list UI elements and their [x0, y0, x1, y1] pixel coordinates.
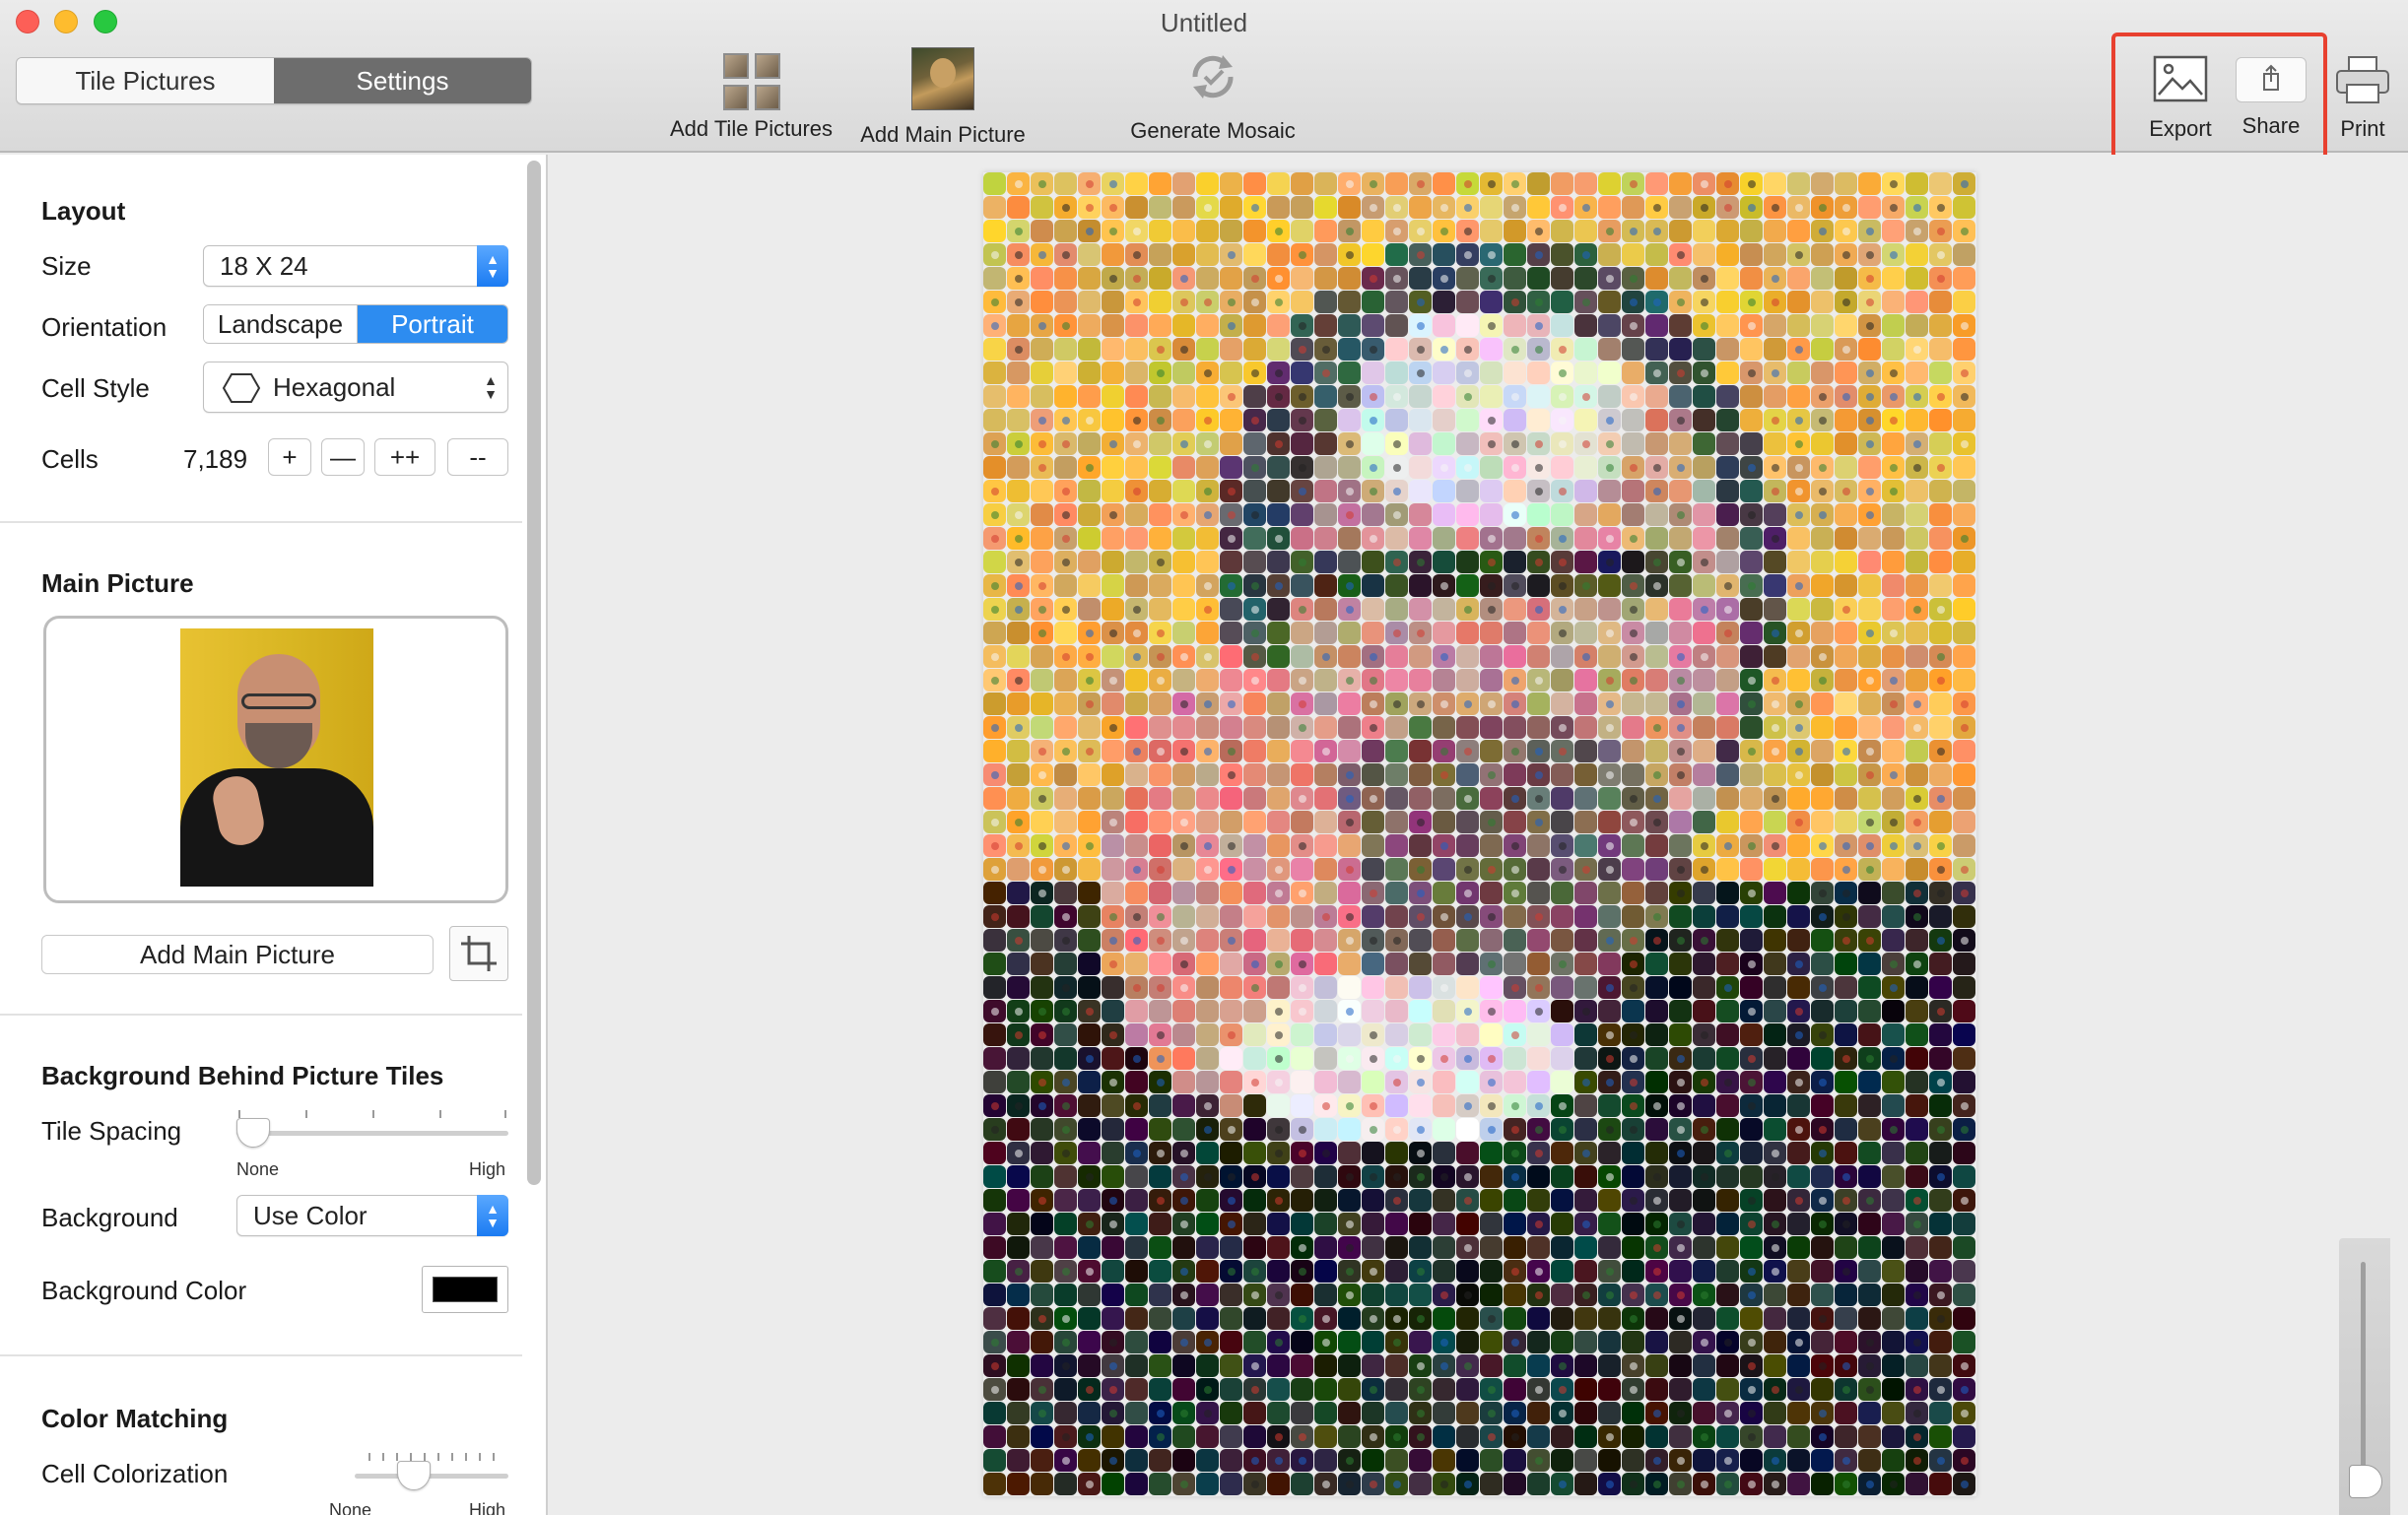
divider	[0, 1354, 522, 1356]
tile-pictures-icon	[722, 53, 780, 110]
tile-spacing-slider[interactable]	[236, 1110, 508, 1150]
color-matching-heading: Color Matching	[41, 1404, 229, 1433]
share-label: Share	[2241, 113, 2301, 138]
export-image-icon	[2153, 55, 2208, 102]
tile-spacing-min-label: None	[236, 1159, 280, 1179]
generate-refresh-icon	[1192, 55, 1234, 99]
size-value: 18 X 24	[220, 250, 308, 281]
orientation-portrait[interactable]: Portrait	[357, 305, 507, 343]
tab-tile-pictures[interactable]: Tile Pictures	[17, 58, 274, 103]
layout-heading: Layout	[41, 196, 126, 226]
divider	[0, 521, 522, 523]
app-window: Untitled Tile Pictures Settings Add Tile…	[0, 0, 2408, 1515]
cells-increase-more-button[interactable]: ++	[374, 438, 435, 476]
cell-colorization-min-label: None	[329, 1500, 372, 1515]
share-button[interactable]: Share	[2229, 47, 2313, 139]
cell-colorization-label: Cell Colorization	[41, 1459, 229, 1488]
mosaic-preview[interactable]	[983, 172, 1976, 1496]
export-button[interactable]: Export	[2136, 47, 2225, 142]
popup-stepper-icon: ▲ ▼	[477, 245, 508, 287]
cell-colorization-max-label: High	[469, 1500, 506, 1515]
add-main-picture-toolbar-button[interactable]: Add Main Picture	[849, 47, 1037, 148]
sidebar-scrollbar-thumb[interactable]	[527, 161, 541, 1185]
zoom-slider-knob[interactable]	[2349, 1465, 2382, 1498]
tab-settings[interactable]: Settings	[274, 58, 531, 103]
main-picture-heading: Main Picture	[41, 568, 194, 598]
add-tile-pictures-button[interactable]: Add Tile Pictures	[660, 47, 842, 142]
view-tabs: Tile Pictures Settings	[16, 57, 532, 104]
main-picture-thumbnail	[180, 628, 373, 887]
add-main-picture-label: Add Main Picture	[860, 122, 1026, 147]
cell-style-popup[interactable]: Hexagonal ▲ ▼	[203, 362, 508, 413]
zoom-slider[interactable]	[2339, 1238, 2390, 1515]
popup-stepper-icon: ▲ ▼	[484, 372, 498, 402]
crop-button[interactable]	[449, 926, 508, 981]
titlebar: Untitled Tile Pictures Settings Add Tile…	[0, 0, 2408, 160]
main-picture-well[interactable]	[43, 616, 508, 903]
cells-count: 7,189	[183, 444, 248, 474]
sidebar-scrollbar[interactable]	[524, 161, 542, 1510]
orientation-control: Landscape Portrait	[203, 304, 508, 344]
size-popup[interactable]: 18 X 24 ▲ ▼	[203, 245, 508, 287]
background-color-label: Background Color	[41, 1276, 247, 1305]
background-color-well[interactable]	[422, 1266, 508, 1313]
main-picture-thumbnail-icon	[911, 47, 974, 110]
add-tile-pictures-label: Add Tile Pictures	[669, 116, 834, 141]
cells-decrease-more-button[interactable]: --	[447, 438, 508, 476]
crop-icon	[461, 936, 497, 971]
window-title: Untitled	[1160, 8, 1248, 37]
divider	[0, 1014, 522, 1016]
add-main-picture-button[interactable]: Add Main Picture	[41, 935, 434, 974]
cell-style-label: Cell Style	[41, 373, 150, 403]
print-label: Print	[2340, 116, 2385, 141]
cell-style-value: Hexagonal	[273, 371, 396, 402]
cells-label: Cells	[41, 444, 99, 474]
hexagon-icon	[222, 373, 261, 403]
orientation-label: Orientation	[41, 312, 167, 342]
orientation-landscape[interactable]: Landscape	[204, 305, 358, 343]
cell-colorization-knob[interactable]	[397, 1461, 431, 1490]
printer-icon	[2336, 56, 2389, 103]
generate-mosaic-label: Generate Mosaic	[1130, 118, 1296, 143]
export-label: Export	[2149, 116, 2212, 141]
cell-colorization-slider[interactable]	[355, 1453, 508, 1492]
background-color-swatch	[433, 1277, 498, 1302]
background-heading: Background Behind Picture Tiles	[41, 1061, 444, 1090]
tile-spacing-max-label: High	[469, 1159, 506, 1179]
popup-stepper-icon: ▲ ▼	[477, 1195, 508, 1236]
background-popup[interactable]: Use Color ▲ ▼	[236, 1195, 508, 1236]
mosaic-canvas-area	[550, 155, 2408, 1515]
background-label: Background	[41, 1203, 178, 1232]
background-value: Use Color	[253, 1200, 368, 1230]
tile-spacing-knob[interactable]	[236, 1118, 270, 1148]
settings-sidebar: Layout Size 18 X 24 ▲ ▼ Orientation Lands…	[0, 155, 548, 1515]
share-icon	[2236, 57, 2307, 102]
tile-spacing-label: Tile Spacing	[41, 1116, 182, 1146]
generate-mosaic-button[interactable]: Generate Mosaic	[1119, 47, 1306, 144]
cells-decrease-button[interactable]: —	[321, 438, 365, 476]
cells-increase-button[interactable]: +	[268, 438, 311, 476]
print-button[interactable]: Print	[2325, 47, 2400, 142]
size-label: Size	[41, 251, 92, 281]
